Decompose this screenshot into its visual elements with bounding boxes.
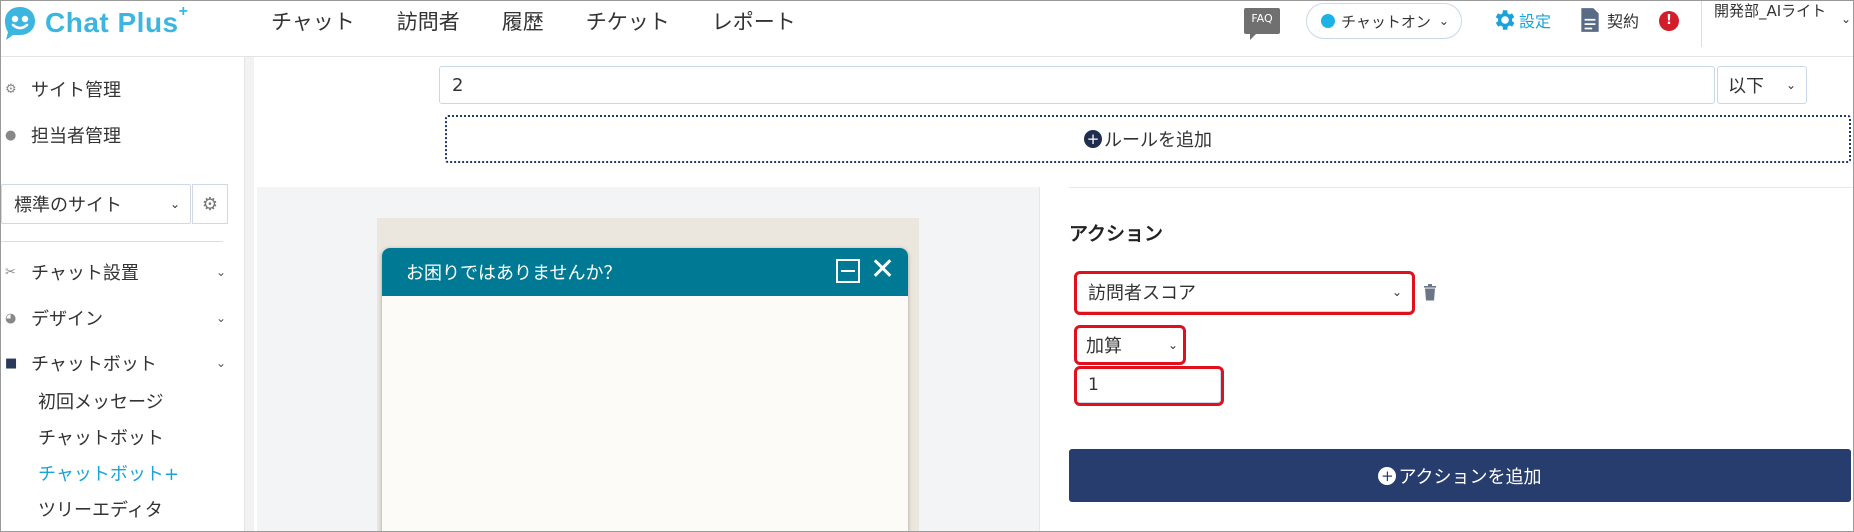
chevron-down-icon: ⌄ [1785, 78, 1796, 92]
logo-text: Chat Plus [45, 7, 179, 38]
user-name: 開発部_AIライト [1714, 2, 1827, 20]
user-gear-icon: ● [5, 127, 17, 143]
chevron-down-icon: ⌄ [1840, 12, 1851, 26]
settings-label: 設定 [1519, 12, 1552, 31]
comparator-select[interactable]: 以下 ⌄ [1717, 66, 1807, 104]
chat-widget-preview: お困りではありませんか？ ✕ [382, 248, 908, 531]
sidebar-item-staff-admin[interactable]: ● 担当者管理 [1, 123, 121, 147]
sidebar-scrollbar[interactable] [244, 57, 254, 531]
top-header: Chat Plus+ チャット 訪問者 履歴 チケット レポート FAQ チャッ… [1, 1, 1853, 57]
chat-widget-header: お困りではありませんか？ ✕ [382, 248, 908, 296]
rule-value: 2 [452, 74, 464, 96]
main-nav: チャット 訪問者 履歴 チケット レポート [271, 1, 838, 41]
nav-chat[interactable]: チャット [271, 6, 355, 36]
chat-plus-logo-icon [1, 5, 37, 41]
nav-tickets[interactable]: チケット [586, 6, 670, 36]
sidebar-subitem-tree-editor[interactable]: ツリーエディタ [38, 496, 163, 522]
plus-circle-icon: + [1084, 130, 1102, 148]
document-icon [1581, 8, 1599, 32]
minimize-icon[interactable] [836, 259, 860, 283]
tools-icon: ✂ [5, 264, 16, 280]
gears-icon: ⚙ [5, 81, 17, 97]
contract-link[interactable]: 契約 [1579, 7, 1639, 33]
settings-link[interactable]: 設定 [1491, 7, 1551, 33]
site-select[interactable]: 標準のサイト ⌄ ⚙ [1, 184, 228, 224]
chevron-down-icon: ⌄ [216, 356, 227, 370]
trash-icon[interactable] [1423, 283, 1437, 301]
highlight-box-operation [1074, 325, 1186, 365]
add-rule-button[interactable]: + ルールを追加 [445, 115, 1851, 163]
logo[interactable]: Chat Plus+ [1, 3, 188, 43]
chat-widget-title: お困りではありませんか？ [406, 263, 622, 284]
chat-status-toggle[interactable]: チャットオン ⌄ [1306, 3, 1462, 39]
nav-history[interactable]: 履歴 [502, 6, 544, 36]
nav-reports[interactable]: レポート [712, 6, 796, 36]
sidebar-item-chatbot[interactable]: ■ チャットボット ⌄ [1, 351, 226, 375]
add-action-button[interactable]: + アクションを追加 [1069, 449, 1851, 502]
sidebar-item-chat-setup[interactable]: ✂ チャット設置 ⌄ [1, 260, 226, 284]
gear-icon [1495, 10, 1515, 30]
nav-visitors[interactable]: 訪問者 [397, 6, 460, 36]
user-menu[interactable]: 開発部_AIライト ⌄ [1701, 1, 1853, 47]
sidebar-item-label: チャットボット [31, 354, 157, 375]
highlight-box-action-type [1074, 271, 1415, 315]
sidebar-item-label: 担当者管理 [31, 126, 121, 147]
sidebar-item-site-admin[interactable]: ⚙ サイト管理 [1, 77, 121, 101]
chevron-down-icon: ⌄ [1438, 14, 1449, 28]
close-icon[interactable]: ✕ [870, 254, 895, 286]
alert-icon[interactable]: ! [1659, 11, 1679, 31]
comparator-value: 以下 [1728, 76, 1764, 97]
sidebar-item-design[interactable]: ◕ デザイン ⌄ [1, 306, 226, 330]
sidebar-item-label: チャット設置 [31, 263, 139, 284]
sidebar-divider [1, 241, 223, 242]
faq-icon[interactable]: FAQ [1244, 8, 1280, 40]
chevron-down-icon: ⌄ [170, 197, 181, 211]
rule-value-input[interactable]: 2 [439, 66, 1715, 104]
add-rule-label: ルールを追加 [1104, 130, 1212, 151]
chevron-down-icon: ⌄ [216, 311, 227, 325]
logo-sup: + [178, 3, 189, 20]
sidebar-subitem-chatbot[interactable]: チャットボット [38, 424, 164, 450]
panel-divider [1039, 187, 1040, 531]
chevron-down-icon: ⌄ [216, 265, 227, 279]
action-section-title: アクション [1069, 223, 1164, 245]
plus-circle-icon: + [1378, 466, 1397, 485]
chat-bubbles-icon: ■ [5, 355, 18, 371]
status-dot-icon [1321, 14, 1335, 28]
palette-icon: ◕ [5, 310, 17, 326]
section-divider [1069, 187, 1853, 188]
contract-label: 契約 [1607, 12, 1640, 31]
chat-status-label: チャットオン [1341, 12, 1431, 31]
site-select-value: 標準のサイト [14, 195, 122, 216]
sidebar-item-label: サイト管理 [31, 80, 121, 101]
sidebar-subitem-first-message[interactable]: 初回メッセージ [38, 388, 164, 414]
sidebar-item-label: デザイン [31, 309, 103, 330]
sidebar-subitem-chatbot-plus[interactable]: チャットボット+ [38, 460, 179, 486]
add-action-label: アクションを追加 [1398, 466, 1542, 488]
site-gear-icon[interactable]: ⚙ [192, 184, 228, 224]
highlight-box-value [1074, 366, 1224, 406]
app-frame: Chat Plus+ チャット 訪問者 履歴 チケット レポート FAQ チャッ… [0, 0, 1854, 532]
